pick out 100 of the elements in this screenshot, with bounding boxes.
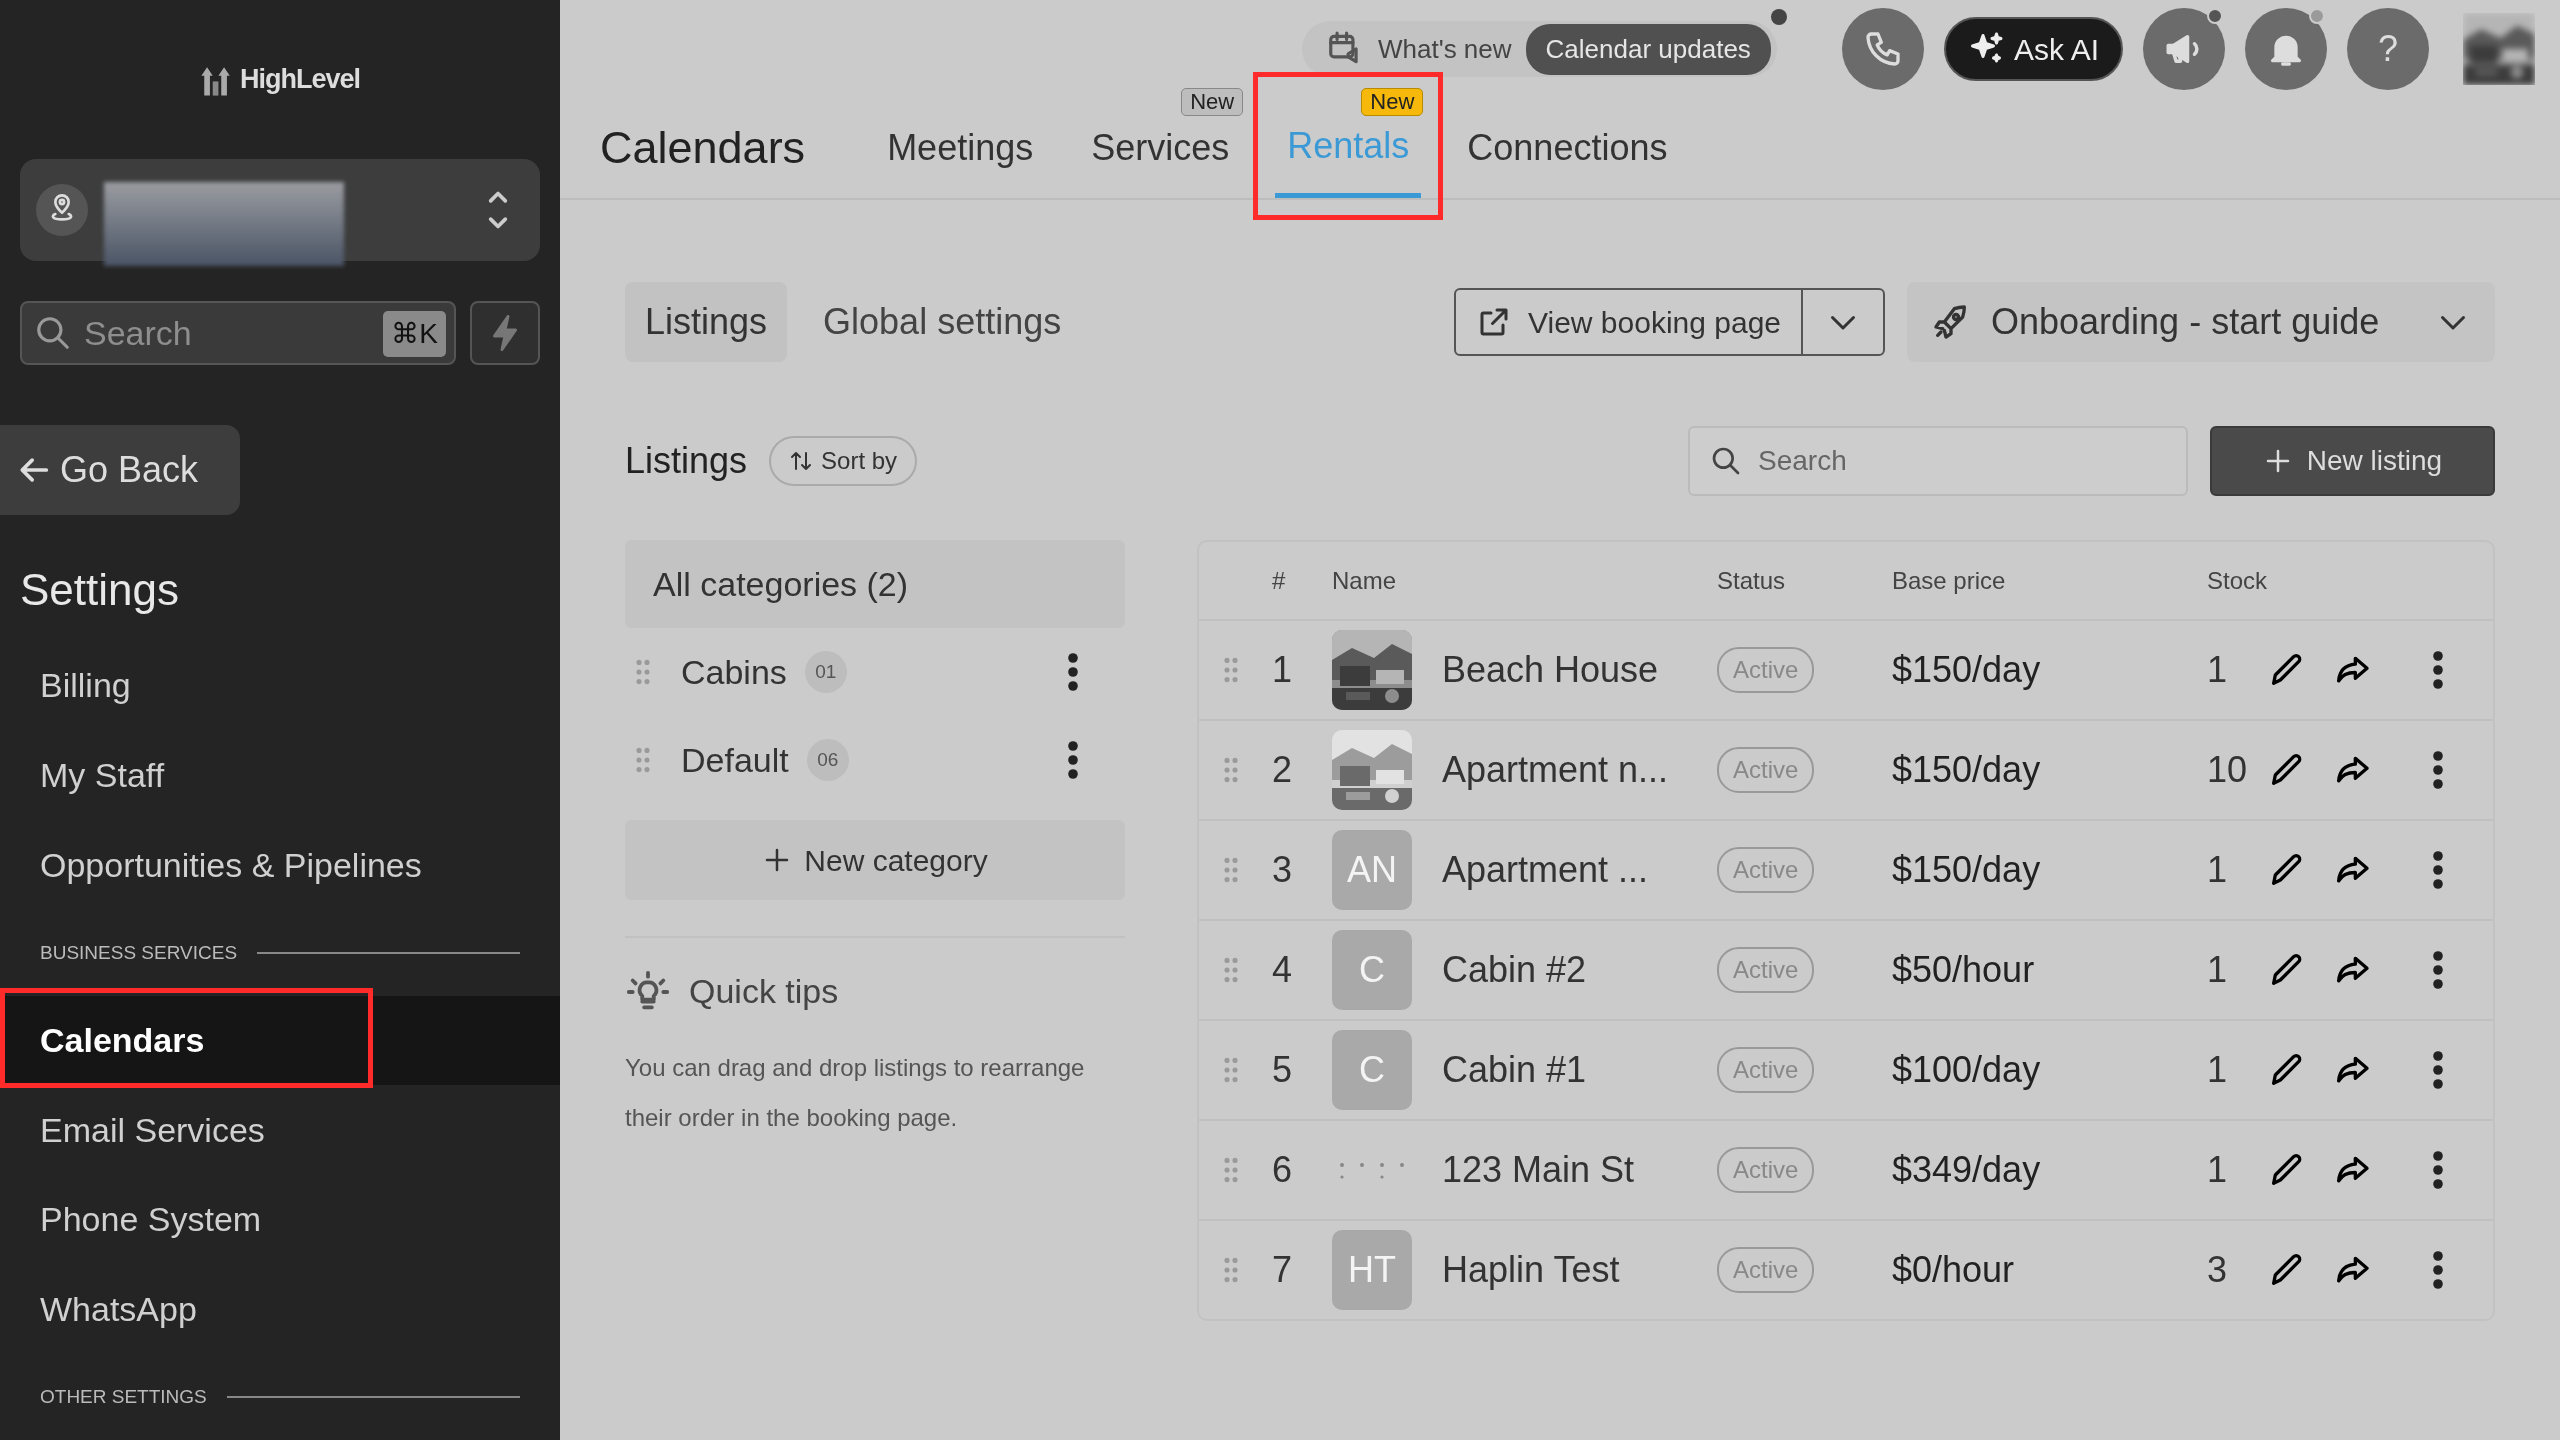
new-badge: New [1361, 88, 1424, 116]
more-vertical-icon [2432, 650, 2444, 690]
price-text: $349/day [1892, 1148, 2042, 1192]
status-badge: Active [1717, 647, 1815, 693]
more-vertical-icon [2432, 850, 2444, 890]
stock-count: 1 [2207, 648, 2229, 692]
ask-ai-button[interactable]: Ask AI [1943, 17, 2123, 81]
whats-new-pill[interactable]: What's new Calendar updates [1302, 21, 1777, 77]
help-button[interactable]: ? [2347, 8, 2429, 90]
listing-name: Apartment n... [1442, 748, 1670, 792]
settings-heading: Settings [20, 564, 180, 617]
category-name[interactable]: Cabins [681, 646, 787, 698]
tab[interactable]: Connections [1455, 98, 1680, 198]
section-title: Listings [625, 439, 748, 483]
row-number: 7 [1272, 1248, 1294, 1292]
drag-handle-icon [1223, 657, 1239, 683]
price-text: $150/day [1892, 748, 2042, 792]
more-button[interactable] [1067, 652, 1079, 692]
price-text: $100/day [1892, 1048, 2042, 1092]
stock-count: 1 [2207, 1148, 2229, 1192]
more-vertical-icon [2432, 750, 2444, 790]
initials-avatar: C [1332, 930, 1412, 1010]
row-number: 6 [1272, 1148, 1294, 1192]
sub-tab[interactable]: Listings [625, 282, 788, 362]
sidebar-item[interactable]: My Staff [0, 730, 560, 821]
status-badge: Active [1717, 1247, 1815, 1293]
logo-text: HighLevel [240, 63, 360, 97]
column-header: Base price [1892, 565, 2007, 596]
search-icon [1710, 445, 1742, 477]
column-header: # [1272, 565, 1287, 596]
listing-name: Apartment ... [1442, 848, 1650, 892]
tips-title: Quick tips [689, 971, 839, 1012]
status-badge: Active [1717, 1147, 1815, 1193]
onboarding-guide-button[interactable]: Onboarding - start guide [1907, 282, 2495, 362]
price-text: $150/day [1892, 648, 2042, 692]
initials-avatar: AN [1332, 830, 1412, 910]
drag-handle-icon [1223, 1157, 1239, 1183]
stock-count: 1 [2207, 848, 2229, 892]
status-badge: Active [1717, 747, 1815, 793]
quick-action-button[interactable] [470, 301, 540, 366]
sidebar-item[interactable]: Opportunities & Pipelines [0, 820, 560, 911]
drag-handle-icon [635, 747, 651, 773]
drag-handle-icon [1223, 1057, 1239, 1083]
section-label: BUSINESS SERVICES [40, 940, 238, 965]
new-badge: New [1181, 88, 1244, 116]
tips-text: You can drag and drop listings to rearrange their order in the booking page. [625, 1053, 1086, 1133]
row-number: 2 [1272, 748, 1294, 792]
sidebar-item[interactable]: Phone System [0, 1175, 560, 1265]
more-vertical-icon [2432, 950, 2444, 990]
listing-name: Beach House [1442, 648, 1660, 692]
initials-avatar: HT [1332, 1230, 1412, 1310]
column-header: Name [1332, 565, 1398, 596]
listing-name: 123 Main St [1442, 1148, 1636, 1192]
category-name[interactable]: Default [681, 734, 789, 786]
section-label: OTHER SETTINGS [40, 1384, 207, 1409]
column-header: Stock [2207, 565, 2269, 596]
new-listing-button[interactable]: New listing [2210, 426, 2495, 496]
more-vertical-icon [2432, 1050, 2444, 1090]
sort-button[interactable]: Sort by [769, 436, 918, 486]
price-text: $0/hour [1892, 1248, 2016, 1292]
stock-count: 10 [2207, 748, 2249, 792]
search-field[interactable]: Search [1688, 426, 2188, 496]
listing-name: Cabin #1 [1442, 1048, 1588, 1092]
price-text: $50/hour [1892, 948, 2036, 992]
count-badge: 01 [804, 651, 847, 693]
page-title: Calendars [600, 121, 806, 176]
shortcut-key: ⌘K [383, 311, 446, 358]
drag-handle-icon [1223, 957, 1239, 983]
initials-avatar: C [1332, 1030, 1412, 1110]
listing-name: Cabin #2 [1442, 948, 1588, 992]
count-badge: 06 [806, 739, 849, 781]
updates-chip: Calendar updates [1525, 23, 1771, 75]
drag-handle-icon [1223, 757, 1239, 783]
more-vertical-icon [2432, 1150, 2444, 1190]
drag-handle-icon [1223, 857, 1239, 883]
loading-dots-icon [1337, 1160, 1407, 1181]
sidebar-item[interactable]: Email Services [0, 1085, 560, 1175]
drag-handle-icon [635, 659, 651, 685]
more-vertical-icon [1067, 652, 1079, 692]
lightning-icon [490, 315, 520, 352]
row-number: 1 [1272, 648, 1294, 692]
status-badge: Active [1717, 1047, 1815, 1093]
go-back-button[interactable]: Go Back [0, 425, 240, 516]
drag-handle-icon [1223, 1257, 1239, 1283]
column-header: Status [1717, 565, 1787, 596]
tab[interactable]: Meetings [875, 98, 1046, 198]
sidebar-item[interactable]: WhatsApp [0, 1264, 560, 1355]
status-badge: Active [1717, 847, 1815, 893]
sort-icon [789, 449, 814, 473]
row-number: 5 [1272, 1048, 1294, 1092]
sidebar-item[interactable]: Billing [0, 641, 560, 731]
more-vertical-icon [2432, 1250, 2444, 1290]
whats-new-label: What's new [1378, 32, 1512, 66]
sub-tab[interactable]: Global settings [803, 282, 1082, 362]
status-badge: Active [1717, 947, 1815, 993]
category-item[interactable]: All categories (2) [625, 540, 1125, 628]
new-category-button[interactable]: New category [625, 820, 1125, 900]
more-button[interactable] [1067, 740, 1079, 780]
row-number: 3 [1272, 848, 1294, 892]
stock-count: 1 [2207, 948, 2229, 992]
